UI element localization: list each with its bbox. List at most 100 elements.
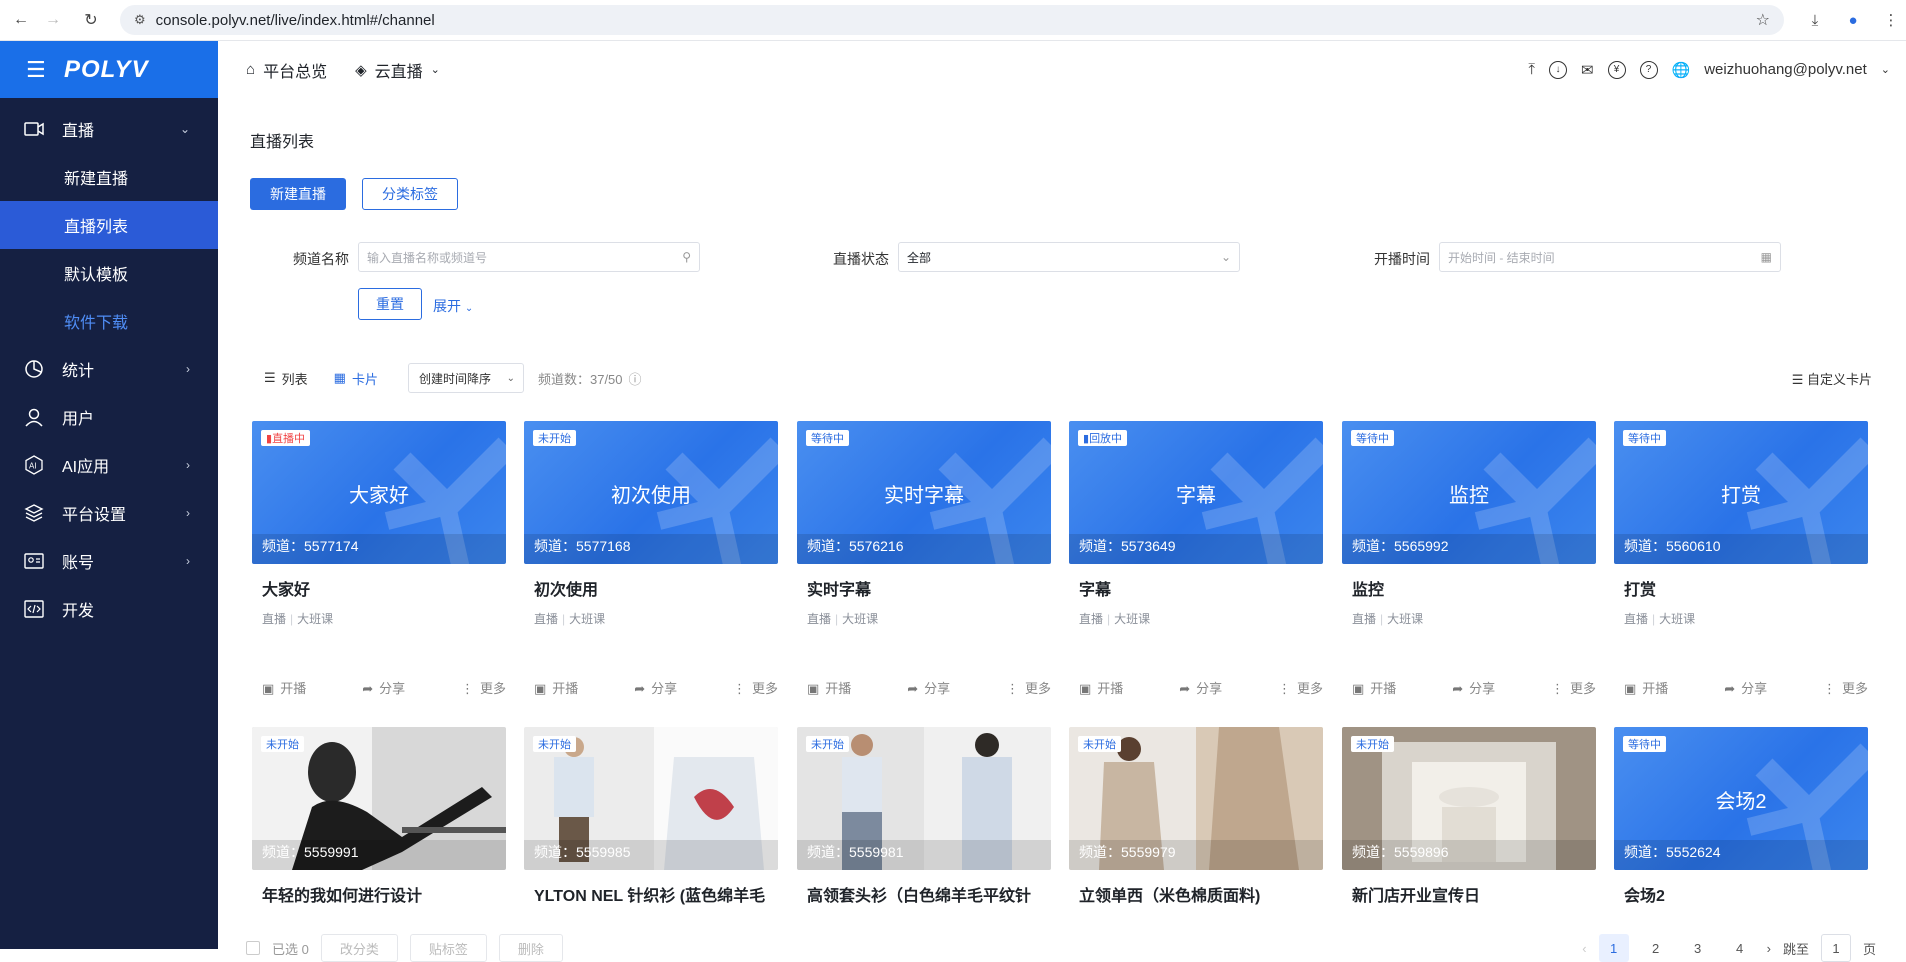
sidebar-item-account[interactable]: 账号 › [0,537,218,585]
channel-card[interactable]: ▮ 直播中 大家好 频道：5577174 大家好 直播 | 大班课 ▣ 开播 ➦ 分享 … [252,421,506,696]
sidebar-subitem-software-download[interactable]: 软件下载 [0,297,218,345]
more-button[interactable]: ⋮ 更多 [1278,678,1323,697]
share-button[interactable]: ➦ 分享 [362,678,405,697]
upload-icon[interactable]: ⤒ [1528,61,1535,78]
sidebar-item-live[interactable]: 直播 ⌄ [0,105,218,153]
more-button[interactable]: ⋮ 更多 [1551,678,1596,697]
sidebar-item-users[interactable]: 用户 [0,393,218,441]
channel-card[interactable]: 未开始 频道：5559979 立领单西（米色棉质面料) [1069,727,1323,906]
bookmark-star-icon[interactable]: ☆ [1756,10,1770,30]
sidebar-subitem-live-list[interactable]: 直播列表 [0,201,218,249]
back-icon[interactable]: ← [6,5,36,35]
sidebar-item-ai[interactable]: AI AI应用 › [0,441,218,489]
channel-thumbnail[interactable]: 等待中 会场2 频道：5552624 [1614,727,1868,870]
sidebar-item-stats[interactable]: 统计 › [0,345,218,393]
change-category-button[interactable]: 改分类 [320,934,398,962]
share-button[interactable]: ➦ 分享 [1724,678,1767,697]
nav-platform-overview[interactable]: ⌂ 平台总览 [246,58,327,82]
user-email[interactable]: weizhuohang@polyv.net [1704,61,1867,78]
start-live-button[interactable]: ▣ 开播 [1352,678,1396,697]
card-title[interactable]: 字幕 [1079,576,1319,600]
card-title[interactable]: 新门店开业宣传日 [1352,882,1592,906]
more-button[interactable]: ⋮ 更多 [733,678,778,697]
sidebar-subitem-new-live[interactable]: 新建直播 [0,153,218,201]
channel-card[interactable]: 未开始 频道：5559896 新门店开业宣传日 [1342,727,1596,906]
help-icon[interactable]: ? [1639,60,1658,79]
card-title[interactable]: 立领单西（米色棉质面料) [1079,882,1319,906]
page-3[interactable]: 3 [1683,934,1713,962]
card-title[interactable]: 年轻的我如何进行设计 [262,882,502,906]
time-range-input[interactable]: 开始时间 - 结束时间 ▦ [1439,242,1781,272]
channel-card[interactable]: 未开始 频道：5559981 高领套头衫（白色绵羊毛平纹针 [797,727,1051,906]
channel-card[interactable]: 未开始 频道：5559985 YLTON NEL 针织衫 (蓝色绵羊毛 [524,727,778,906]
page-4[interactable]: 4 [1725,934,1755,962]
chevron-down-icon[interactable]: ⌄ [1881,63,1890,76]
start-live-button[interactable]: ▣ 开播 [1624,678,1668,697]
share-button[interactable]: ➦ 分享 [907,678,950,697]
new-live-button[interactable]: 新建直播 [250,178,346,210]
channel-card[interactable]: 未开始 初次使用 频道：5577168 初次使用 直播 | 大班课 ▣ 开播 ➦ 分享 … [524,421,778,696]
share-button[interactable]: ➦ 分享 [1452,678,1495,697]
expand-filters-link[interactable]: 展开 ⌄ [433,296,473,316]
mail-icon[interactable]: ✉ [1581,61,1594,79]
card-title[interactable]: 初次使用 [534,576,774,600]
card-title[interactable]: 监控 [1352,576,1592,600]
site-info-icon[interactable]: ⚙ [134,12,146,28]
page-1[interactable]: 1 [1598,934,1629,962]
prev-page-icon[interactable]: ‹ [1582,941,1586,956]
share-button[interactable]: ➦ 分享 [634,678,677,697]
add-tag-button[interactable]: 贴标签 [409,934,487,962]
start-live-button[interactable]: ▣ 开播 [262,678,306,697]
download-icon[interactable]: ⤓ [1800,5,1830,35]
page-number-input[interactable]: 1 [1820,934,1851,962]
channel-name-input[interactable]: 输入直播名称或频道号 ⚲ [358,242,700,272]
card-title[interactable]: 打赏 [1624,576,1864,600]
nav-cloud-live[interactable]: ◈ 云直播 ⌄ [355,58,440,82]
profile-icon[interactable]: ● [1838,5,1868,35]
channel-thumbnail[interactable]: 未开始 频道：5559981 [797,727,1051,870]
start-live-button[interactable]: ▣ 开播 [807,678,851,697]
channel-thumbnail[interactable]: 未开始 频道：5559896 [1342,727,1596,870]
view-card-toggle[interactable]: ▦ 卡片 [334,369,378,388]
more-button[interactable]: ⋮ 更多 [1823,678,1868,697]
globe-icon[interactable]: 🌐 [1672,61,1691,79]
channel-card[interactable]: 等待中 打赏 频道：5560610 打赏 直播 | 大班课 ▣ 开播 ➦ 分享 ⋮ 更多 [1614,421,1868,696]
share-button[interactable]: ➦ 分享 [1179,678,1222,697]
channel-card[interactable]: 等待中 实时字幕 频道：5576216 实时字幕 直播 | 大班课 ▣ 开播 ➦ 分享 … [797,421,1051,696]
forward-icon[interactable]: → [38,5,68,35]
hamburger-icon[interactable]: ☰ [26,57,48,83]
select-all-checkbox[interactable] [246,941,260,955]
channel-thumbnail[interactable]: 未开始 初次使用 频道：5577168 [524,421,778,564]
channel-thumbnail[interactable]: ▮ 回放中 字幕 频道：5573649 [1069,421,1323,564]
channel-card[interactable]: 未开始 频道：5559991 年轻的我如何进行设计 [252,727,506,906]
channel-thumbnail[interactable]: 未开始 频道：5559979 [1069,727,1323,870]
channel-thumbnail[interactable]: ▮ 直播中 大家好 频道：5577174 [252,421,506,564]
more-button[interactable]: ⋮ 更多 [461,678,506,697]
card-title[interactable]: YLTON NEL 针织衫 (蓝色绵羊毛 [534,882,774,906]
reload-icon[interactable]: ↻ [76,5,106,35]
channel-thumbnail[interactable]: 未开始 频道：5559991 [252,727,506,870]
category-tag-button[interactable]: 分类标签 [362,178,458,210]
channel-card[interactable]: 等待中 会场2 频道：5552624 会场2 [1614,727,1868,906]
reset-button[interactable]: 重置 [358,288,422,320]
next-page-icon[interactable]: › [1767,941,1771,956]
channel-thumbnail[interactable]: 未开始 频道：5559985 [524,727,778,870]
page-2[interactable]: 2 [1641,934,1671,962]
channel-thumbnail[interactable]: 等待中 实时字幕 频道：5576216 [797,421,1051,564]
channel-card[interactable]: 等待中 监控 频道：5565992 监控 直播 | 大班课 ▣ 开播 ➦ 分享 ⋮ 更多 [1342,421,1596,696]
channel-card[interactable]: ▮ 回放中 字幕 频道：5573649 字幕 直播 | 大班课 ▣ 开播 ➦ 分享 ⋮ 更… [1069,421,1323,696]
yen-icon[interactable]: ¥ [1607,60,1626,79]
help-icon[interactable]: ⓘ [629,369,642,388]
card-title[interactable]: 大家好 [262,576,502,600]
channel-thumbnail[interactable]: 等待中 打赏 频道：5560610 [1614,421,1868,564]
card-title[interactable]: 会场2 [1624,882,1864,906]
channel-thumbnail[interactable]: 等待中 监控 频道：5565992 [1342,421,1596,564]
start-live-button[interactable]: ▣ 开播 [534,678,578,697]
card-title[interactable]: 实时字幕 [807,576,1047,600]
card-title[interactable]: 高领套头衫（白色绵羊毛平纹针 [807,882,1047,906]
download-circle-icon[interactable]: ↓ [1548,60,1567,79]
live-status-select[interactable]: 全部 ⌄ [898,242,1240,272]
view-list-toggle[interactable]: ☰ 列表 [264,369,308,388]
sidebar-item-platform-settings[interactable]: 平台设置 › [0,489,218,537]
sort-select[interactable]: 创建时间降序 ⌄ [407,363,524,393]
